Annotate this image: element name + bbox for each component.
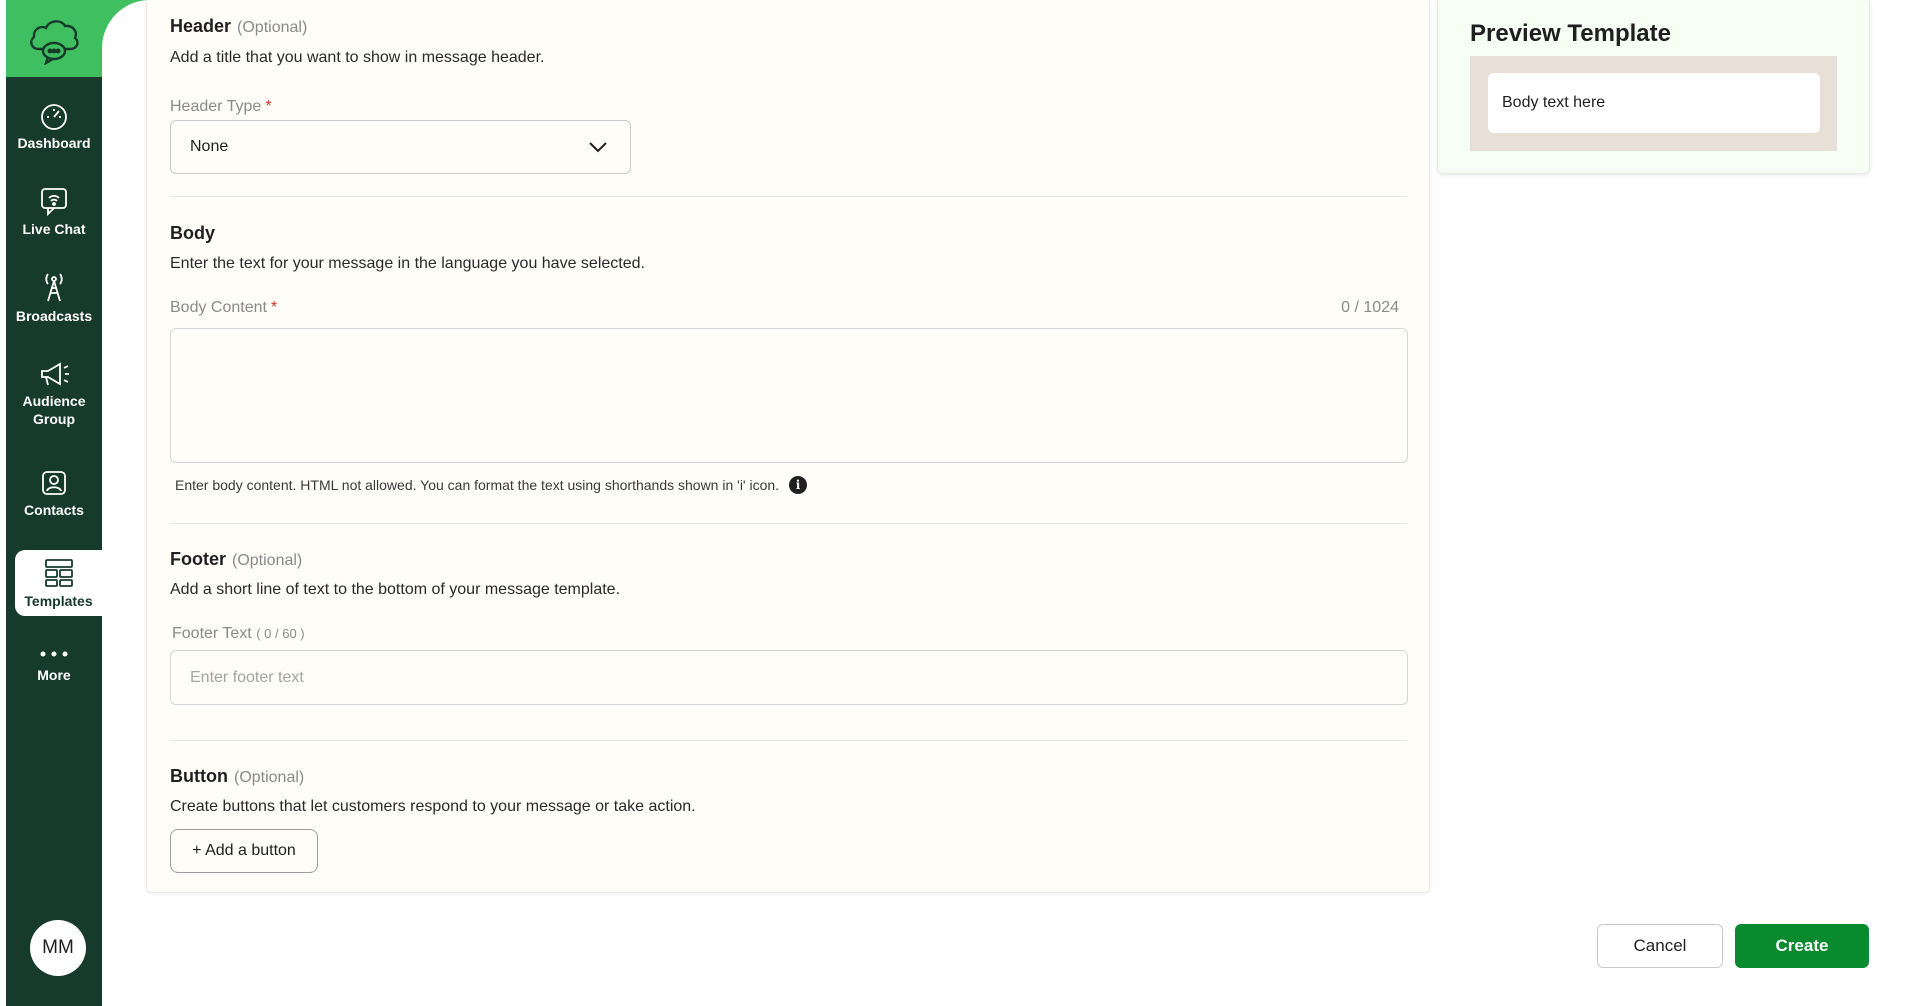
live-chat-icon bbox=[41, 188, 67, 216]
sidebar-item-more[interactable]: More bbox=[6, 646, 102, 684]
section-divider bbox=[170, 196, 1407, 197]
header-section-title: Header (Optional) bbox=[170, 16, 308, 36]
sidebar-item-broadcasts[interactable]: Broadcasts bbox=[6, 271, 102, 325]
sidebar-item-contacts[interactable]: Contacts bbox=[6, 469, 102, 519]
templates-icon bbox=[44, 559, 73, 587]
preview-panel: Preview Template Body text here bbox=[1437, 0, 1870, 174]
section-divider bbox=[170, 740, 1407, 741]
footer-text-input[interactable] bbox=[170, 650, 1408, 705]
header-type-select[interactable]: None bbox=[170, 120, 631, 174]
add-button-button[interactable]: + Add a button bbox=[170, 829, 318, 873]
optional-tag: (Optional) bbox=[237, 19, 308, 36]
sidebar-item-label: Audience Group bbox=[22, 393, 86, 427]
sidebar-item-templates[interactable]: Templates bbox=[15, 550, 102, 616]
section-divider bbox=[170, 523, 1407, 524]
footer-section-description: Add a short line of text to the bottom o… bbox=[170, 581, 621, 598]
header-type-label: Header Type * bbox=[170, 98, 272, 115]
sidebar: Dashboard Live Chat Broadcasts Audience … bbox=[6, 0, 102, 1006]
sidebar-item-live-chat[interactable]: Live Chat bbox=[6, 186, 102, 238]
button-section-title: Button (Optional) bbox=[170, 766, 305, 786]
body-section-title: Body bbox=[170, 223, 215, 243]
button-section-description: Create buttons that let customers respon… bbox=[170, 798, 696, 815]
sidebar-item-audience-group[interactable]: Audience Group bbox=[6, 360, 102, 428]
optional-tag: (Optional) bbox=[233, 769, 305, 786]
avatar[interactable]: MM bbox=[30, 920, 86, 976]
sidebar-item-label: Broadcasts bbox=[15, 308, 93, 324]
body-section-description: Enter the text for your message in the l… bbox=[170, 255, 645, 272]
cancel-button[interactable]: Cancel bbox=[1597, 924, 1723, 968]
broadcast-icon bbox=[45, 273, 63, 302]
sidebar-item-label: More bbox=[37, 667, 71, 683]
template-form: Header (Optional) Add a title that you wa… bbox=[146, 0, 1430, 893]
footer-text-label: Footer Text ( 0 / 60 ) bbox=[172, 625, 305, 642]
body-content-textarea[interactable] bbox=[170, 328, 1408, 463]
app-root: Dashboard Live Chat Broadcasts Audience … bbox=[0, 0, 1919, 1006]
sidebar-item-label: Live Chat bbox=[22, 221, 86, 237]
chevron-down-icon bbox=[589, 142, 607, 153]
required-mark: * bbox=[265, 98, 272, 115]
more-icon bbox=[40, 651, 68, 657]
header-type-value: None bbox=[190, 138, 229, 155]
contacts-icon bbox=[42, 471, 66, 495]
sidebar-item-label: Contacts bbox=[24, 502, 84, 518]
cloud-chat-logo bbox=[30, 19, 79, 65]
header-section-description: Add a title that you want to show in mes… bbox=[170, 49, 545, 66]
info-icon[interactable]: i bbox=[789, 476, 808, 494]
optional-tag: (Optional) bbox=[232, 552, 303, 569]
preview-message-bubble: Body text here bbox=[1488, 73, 1820, 133]
sidebar-item-label: Templates bbox=[24, 593, 93, 609]
sidebar-item-dashboard[interactable]: Dashboard bbox=[6, 102, 102, 152]
logo[interactable] bbox=[6, 0, 102, 77]
preview-body-text: Body text here bbox=[1502, 94, 1606, 111]
footer-section-title: Footer (Optional) bbox=[170, 549, 303, 569]
create-button[interactable]: Create bbox=[1735, 924, 1869, 968]
required-mark: * bbox=[270, 299, 278, 316]
footer-char-counter: ( 0 / 60 ) bbox=[256, 626, 305, 641]
body-content-label: Body Content * bbox=[170, 299, 278, 316]
megaphone-icon bbox=[41, 362, 69, 386]
dashboard-icon bbox=[41, 104, 67, 130]
sidebar-item-label: Dashboard bbox=[17, 135, 91, 151]
body-hint: Enter body content. HTML not allowed. Yo… bbox=[175, 476, 808, 494]
preview-title: Preview Template bbox=[1470, 20, 1671, 47]
body-char-counter: 0 / 1024 bbox=[1341, 299, 1399, 316]
preview-chat-area: Body text here bbox=[1470, 56, 1837, 151]
